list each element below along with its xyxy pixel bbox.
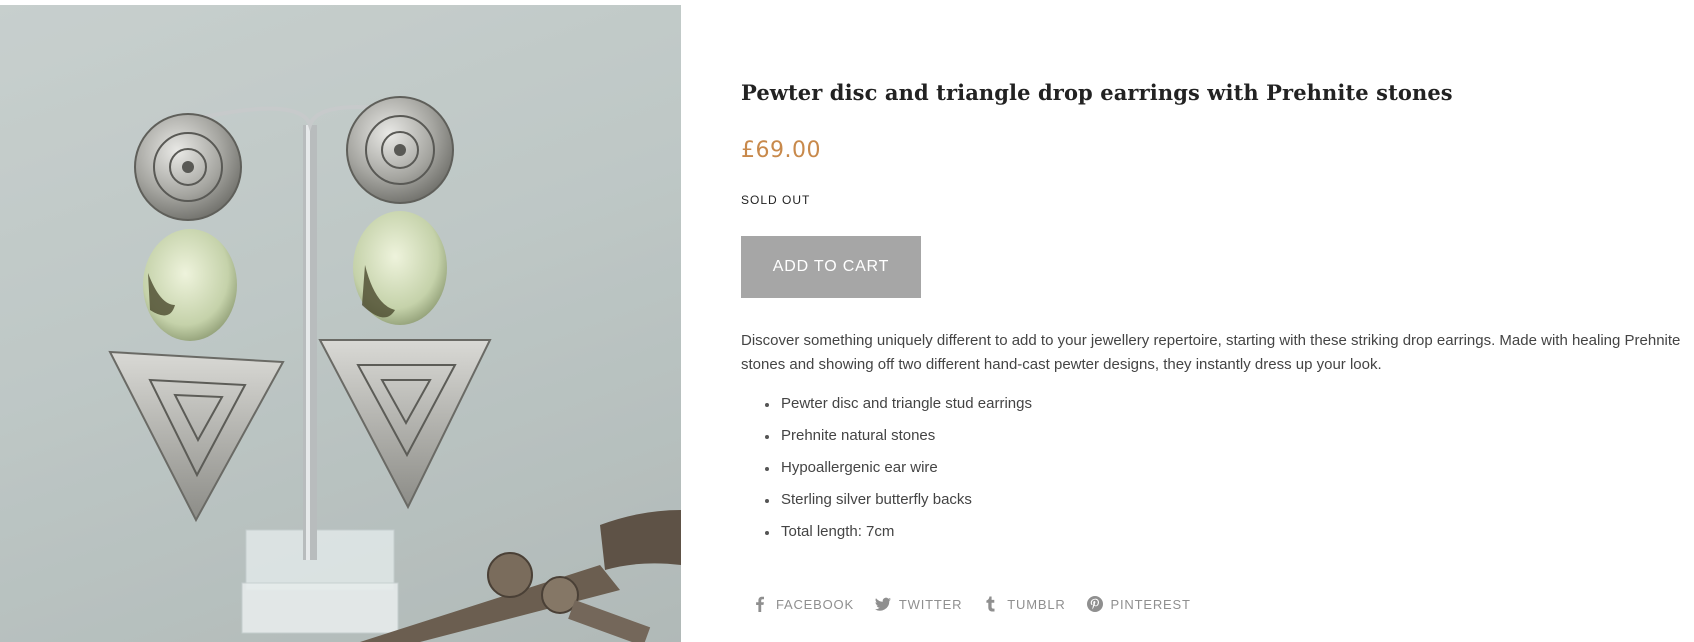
product-description: Discover something uniquely different to… <box>741 332 1681 373</box>
share-pinterest-link[interactable]: PINTEREST <box>1086 595 1191 613</box>
share-twitter-link[interactable]: TWITTER <box>874 595 962 613</box>
product-price: £69.00 <box>741 138 821 163</box>
list-item: Prehnite natural stones <box>765 424 1032 456</box>
share-bar: FACEBOOK TWITTER TUMBLR PINTEREST <box>751 595 1191 613</box>
product-title: Pewter disc and triangle drop earrings w… <box>741 80 1453 105</box>
add-to-cart-button[interactable]: ADD TO CART <box>741 236 921 298</box>
stock-status: SOLD OUT <box>741 193 811 207</box>
product-photo <box>0 5 681 642</box>
share-twitter-label: TWITTER <box>898 596 963 612</box>
list-item: Hypoallergenic ear wire <box>765 456 1032 488</box>
share-facebook-label: FACEBOOK <box>776 596 854 612</box>
share-pinterest-label: PINTEREST <box>1110 596 1191 612</box>
share-tumblr-label: TUMBLR <box>1007 596 1066 612</box>
list-item: Sterling silver butterfly backs <box>765 488 1032 520</box>
share-tumblr-link[interactable]: TUMBLR <box>982 595 1065 613</box>
tumblr-icon <box>986 596 995 612</box>
feature-list: Pewter disc and triangle stud earrings P… <box>765 392 1032 552</box>
facebook-icon <box>756 596 764 612</box>
earrings-photo-illustration <box>0 5 681 642</box>
pinterest-icon <box>1086 596 1103 612</box>
list-item: Total length: 7cm <box>765 520 1032 552</box>
list-item: Pewter disc and triangle stud earrings <box>765 392 1032 424</box>
twitter-icon <box>874 597 891 611</box>
share-facebook-link[interactable]: FACEBOOK <box>751 595 854 613</box>
